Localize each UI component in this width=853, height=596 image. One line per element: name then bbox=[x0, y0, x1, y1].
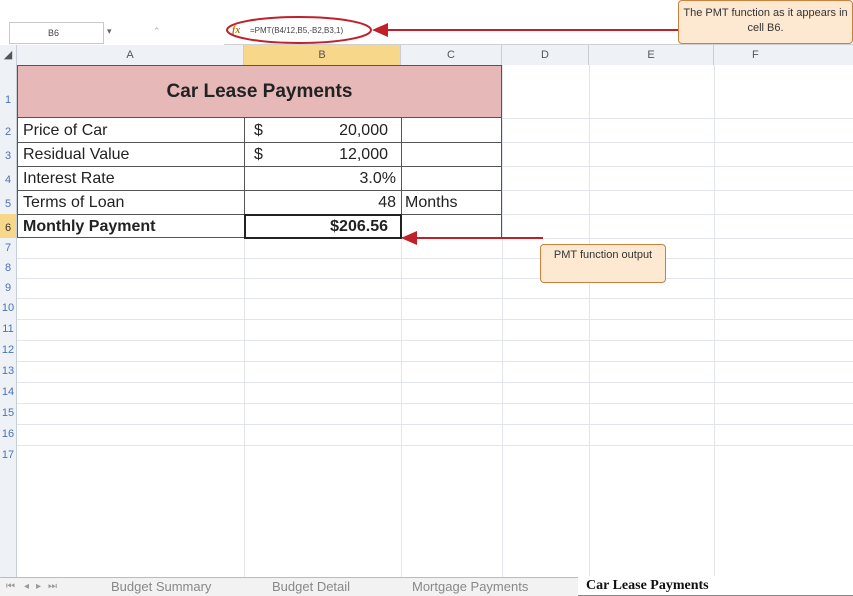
output-callout: PMT function output bbox=[540, 244, 666, 283]
row-header-3[interactable]: 3 bbox=[0, 142, 17, 166]
row-header-16[interactable]: 16 bbox=[0, 424, 17, 445]
row-header-9[interactable]: 9 bbox=[0, 278, 17, 298]
payment-value: $206.56 bbox=[330, 218, 388, 235]
gridline bbox=[17, 278, 853, 279]
row-header-6[interactable]: 6 bbox=[0, 214, 17, 238]
tab-nav-next-icon[interactable]: ▸ bbox=[36, 577, 41, 596]
gridline bbox=[17, 424, 853, 425]
arrow-head-icon bbox=[372, 23, 388, 37]
column-header-e[interactable]: E bbox=[589, 45, 714, 65]
gridline bbox=[17, 340, 853, 341]
row-header-13[interactable]: 13 bbox=[0, 361, 17, 382]
table-divider bbox=[17, 166, 502, 167]
tab-nav-last-icon[interactable]: ⏭ bbox=[48, 577, 57, 596]
price-currency: $ bbox=[254, 122, 263, 139]
table-divider bbox=[17, 190, 502, 191]
gridline bbox=[502, 142, 853, 143]
term-unit: Months bbox=[405, 194, 458, 211]
gridline bbox=[502, 166, 853, 167]
column-header-c[interactable]: C bbox=[401, 45, 502, 65]
tab-budget-summary[interactable]: Budget Summary bbox=[111, 577, 211, 596]
row-header-8[interactable]: 8 bbox=[0, 258, 17, 278]
term-label: Terms of Loan bbox=[23, 194, 125, 211]
residual-value[interactable]: 12,000 bbox=[270, 146, 388, 164]
row-header-15[interactable]: 15 bbox=[0, 403, 17, 424]
residual-currency: $ bbox=[254, 146, 263, 163]
tab-nav-first-icon[interactable]: ⏮ bbox=[6, 577, 15, 596]
gridline bbox=[17, 445, 853, 446]
arrow-head-icon bbox=[401, 231, 417, 245]
column-header-b[interactable]: B bbox=[244, 45, 401, 65]
column-header-f[interactable]: F bbox=[714, 45, 853, 65]
tab-mortgage-payments[interactable]: Mortgage Payments bbox=[412, 577, 528, 596]
column-header-d[interactable]: D bbox=[502, 45, 589, 65]
row-header-1[interactable]: 1 bbox=[0, 65, 17, 118]
gridline bbox=[502, 118, 853, 119]
gridline bbox=[17, 298, 853, 299]
gridline bbox=[17, 403, 853, 404]
gridline bbox=[17, 382, 853, 383]
rate-label: Interest Rate bbox=[23, 170, 115, 187]
tab-budget-detail[interactable]: Budget Detail bbox=[272, 577, 350, 596]
output-annotation bbox=[401, 231, 543, 245]
gridline bbox=[17, 361, 853, 362]
select-all-corner[interactable]: ◢ bbox=[0, 45, 17, 65]
row-header-14[interactable]: 14 bbox=[0, 382, 17, 403]
price-value[interactable]: 20,000 bbox=[270, 122, 388, 140]
price-label: Price of Car bbox=[23, 122, 108, 139]
row-header-4[interactable]: 4 bbox=[0, 166, 17, 190]
row-header-5[interactable]: 5 bbox=[0, 190, 17, 214]
sheet-title: Car Lease Payments bbox=[166, 81, 353, 102]
gridline bbox=[17, 319, 853, 320]
column-header-a[interactable]: A bbox=[17, 45, 244, 65]
residual-label: Residual Value bbox=[23, 146, 130, 163]
gridline bbox=[502, 190, 853, 191]
term-value[interactable]: 48 bbox=[270, 194, 396, 212]
tab-car-lease-payments[interactable]: Car Lease Payments bbox=[578, 576, 853, 596]
tab-nav-prev-icon[interactable]: ◂ bbox=[24, 577, 29, 596]
row-header-17[interactable]: 17 bbox=[0, 445, 17, 577]
row-header-10[interactable]: 10 bbox=[0, 298, 17, 319]
row-header-11[interactable]: 11 bbox=[0, 319, 17, 340]
table-divider bbox=[17, 142, 502, 143]
formula-callout: The PMT function as it appears in cell B… bbox=[678, 0, 853, 44]
rate-value[interactable]: 3.0% bbox=[270, 170, 396, 188]
row-header-2[interactable]: 2 bbox=[0, 118, 17, 142]
payment-label: Monthly Payment bbox=[23, 218, 156, 235]
row-header-7[interactable]: 7 bbox=[0, 238, 17, 258]
row-header-12[interactable]: 12 bbox=[0, 340, 17, 361]
formula-highlight-ellipse bbox=[226, 16, 372, 44]
